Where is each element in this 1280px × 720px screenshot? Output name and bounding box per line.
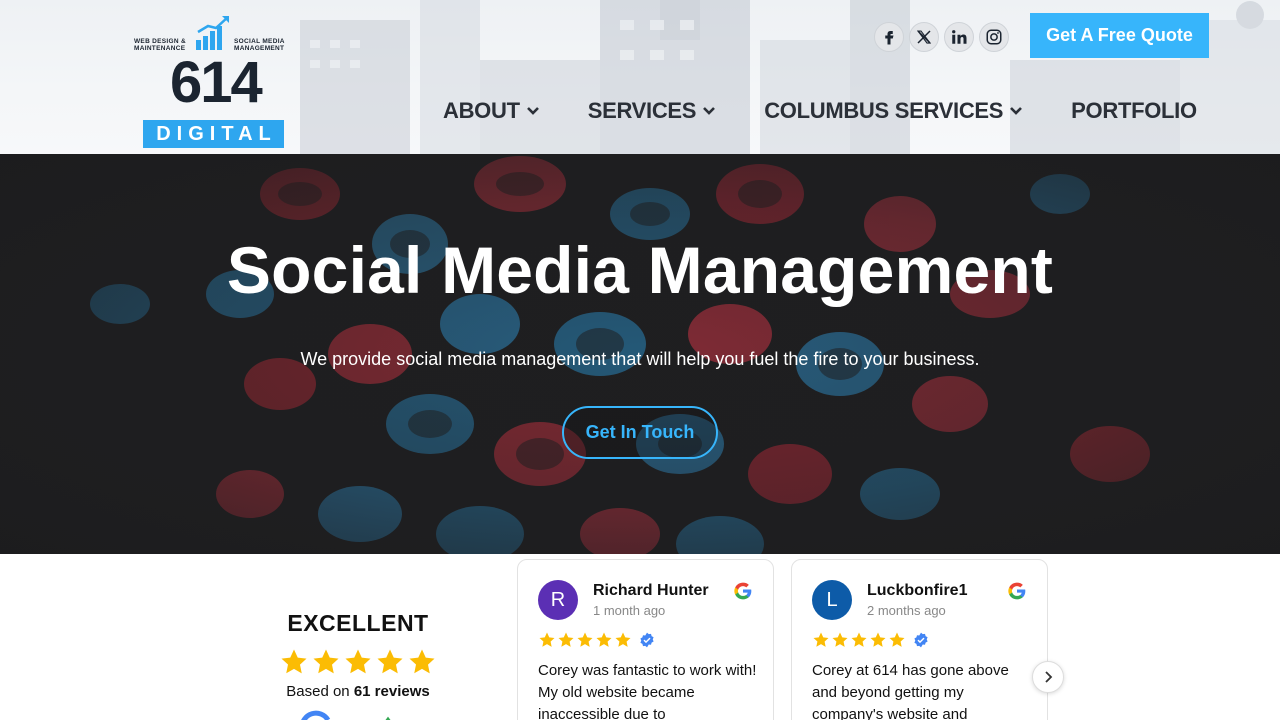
star-icon: [596, 632, 612, 647]
review-text: Corey at 614 has gone above and beyond g…: [812, 662, 1009, 720]
chevron-right-icon: [1045, 671, 1053, 683]
review-stars: [812, 631, 929, 649]
site-logo[interactable]: WEB DESIGN & MAINTENANCE SOCIAL MEDIA MA…: [134, 14, 294, 150]
facebook-icon[interactable]: [874, 22, 904, 52]
star-icon: [577, 632, 593, 647]
star-icon: [409, 649, 435, 674]
google-wordmark-icon: [301, 710, 391, 720]
review-count: Based on 61 reviews: [268, 683, 448, 700]
google-icon: [734, 582, 752, 600]
growth-chart-icon: [196, 16, 229, 50]
verified-badge-icon: [640, 632, 654, 648]
star-icon: [889, 632, 905, 647]
star-icon: [832, 632, 848, 647]
logo-wordmark: DIGITAL: [143, 120, 284, 148]
review-text: Corey was fantastic to work with! My old…: [538, 662, 757, 720]
reviewer-name: Luckbonfire1: [867, 582, 968, 599]
hero-subtitle: We provide social media management that …: [300, 349, 980, 369]
chevron-down-icon: [526, 107, 539, 115]
star-icon: [558, 632, 574, 647]
review-card: R Richard Hunter 1 month ago Corey was f…: [517, 559, 774, 720]
instagram-icon[interactable]: [979, 22, 1009, 52]
site-header: WEB DESIGN & MAINTENANCE SOCIAL MEDIA MA…: [0, 0, 1280, 154]
star-icon: [539, 632, 555, 647]
review-time: 2 months ago: [867, 603, 946, 618]
avatar: L: [812, 580, 852, 620]
carousel-next-button[interactable]: [1032, 661, 1064, 693]
rating-word: EXCELLENT: [287, 610, 429, 636]
review-stars: [538, 631, 655, 649]
review-time: 1 month ago: [593, 603, 666, 618]
nav-portfolio-label: PORTFOLIO: [1071, 98, 1197, 123]
avatar: R: [538, 580, 578, 620]
reviews-section: EXCELLENT Based on 61 reviews R Richard …: [0, 554, 1280, 720]
star-icon: [851, 632, 867, 647]
star-icon: [281, 649, 307, 674]
nav-about[interactable]: ABOUT: [443, 98, 540, 124]
review-card: L Luckbonfire1 2 months ago Corey at 614…: [791, 559, 1048, 720]
star-icon: [813, 632, 829, 647]
x-icon[interactable]: [909, 22, 939, 52]
google-icon: [1008, 582, 1026, 600]
rating-summary: EXCELLENT Based on 61 reviews: [268, 610, 448, 700]
star-icon: [615, 632, 631, 647]
get-in-touch-button[interactable]: Get In Touch: [562, 406, 718, 459]
star-icon: [313, 649, 339, 674]
star-icon: [377, 649, 403, 674]
hero-title: Social Media Management: [226, 233, 1054, 307]
nav-columbus-label: COLUMBUS SERVICES: [764, 98, 1004, 123]
nav-columbus-services[interactable]: COLUMBUS SERVICES: [764, 98, 1023, 124]
star-icon: [345, 649, 371, 674]
linkedin-icon[interactable]: [944, 22, 974, 52]
chevron-down-icon: [703, 107, 716, 115]
rating-stars: [268, 647, 448, 677]
logo-number: 614: [170, 50, 263, 115]
nav-services[interactable]: SERVICES: [588, 98, 716, 124]
reviewer-name: Richard Hunter: [593, 582, 709, 599]
main-nav: ABOUT SERVICES COLUMBUS SERVICES PORTFOL…: [443, 98, 1197, 124]
free-quote-button[interactable]: Get A Free Quote: [1030, 13, 1209, 58]
verified-badge-icon: [914, 632, 928, 648]
nav-portfolio[interactable]: PORTFOLIO: [1071, 98, 1197, 124]
nav-about-label: ABOUT: [443, 98, 520, 123]
nav-services-label: SERVICES: [587, 98, 697, 123]
review-count-value[interactable]: 61 reviews: [354, 683, 430, 700]
star-icon: [870, 632, 886, 647]
chevron-down-icon: [1010, 107, 1023, 115]
hero-section: Social Media Management We provide socia…: [0, 154, 1280, 554]
social-links: [874, 22, 1009, 52]
review-count-prefix: Based on: [286, 683, 350, 700]
